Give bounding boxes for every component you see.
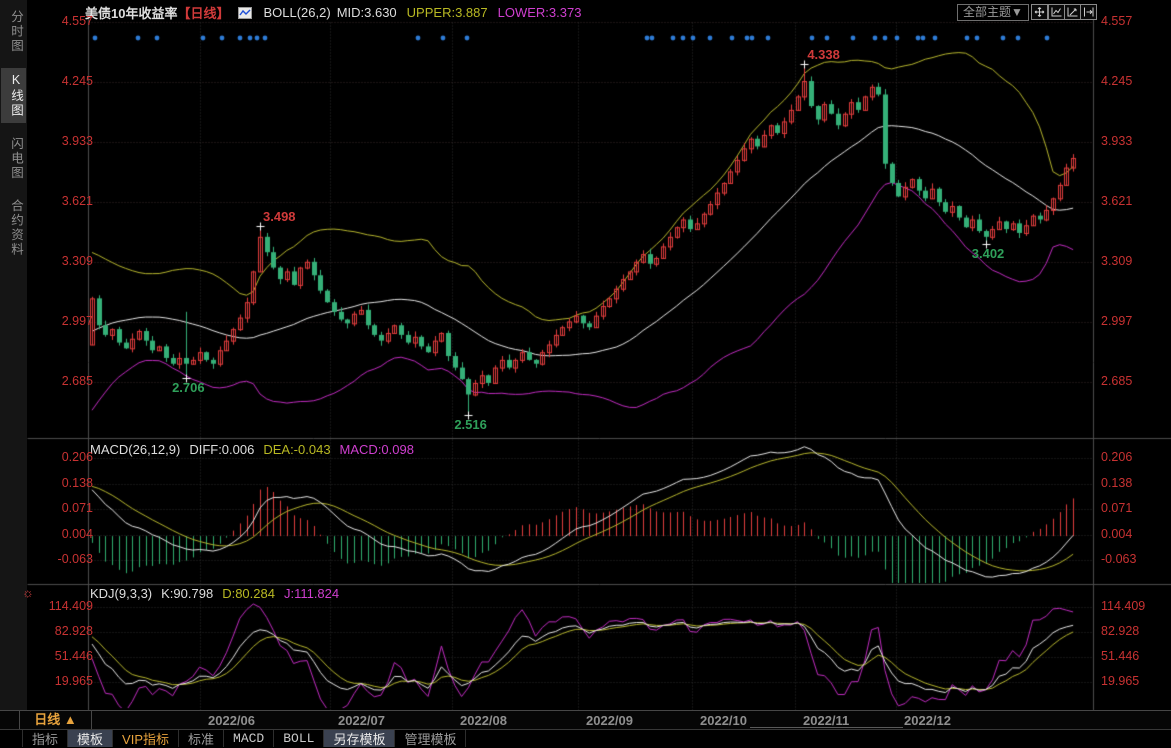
sidebar-tab-1[interactable]: 分时图 xyxy=(1,5,26,59)
main-y-axis-label-right: 2.685 xyxy=(1101,374,1132,388)
main-y-axis-label-right: 3.933 xyxy=(1101,134,1132,148)
macd-macd-value: MACD:0.098 xyxy=(340,442,414,457)
macd-y-axis-label-right: -0.063 xyxy=(1101,552,1136,566)
price-annotation-2.706: 2.706 xyxy=(172,380,205,395)
time-axis-row: 日线 ▲ 2022/06 2022/07 2022/08 2022/09 2022/10… xyxy=(0,710,1171,729)
chart-canvas xyxy=(0,0,1171,747)
y-axis-scale-icon[interactable] xyxy=(1064,4,1081,20)
footer-tab-3[interactable]: VIP指标 xyxy=(113,730,179,747)
macd-y-axis-label-left: -0.063 xyxy=(33,552,93,566)
main-y-axis-label-right: 3.621 xyxy=(1101,194,1132,208)
boll-upper-value: UPPER:3.887 xyxy=(407,5,488,20)
kdj-panel-header: KDJ(9,3,3) K:90.798 D:80.284 J:111.824 xyxy=(90,586,339,601)
instrument-title: 美债10年收益率 xyxy=(85,3,177,22)
x-axis-date-label: 2022/12 xyxy=(904,713,951,728)
kdj-params-label: KDJ(9,3,3) xyxy=(90,586,152,601)
footer-tab-8[interactable]: 管理模板 xyxy=(395,730,466,747)
kdj-y-axis-label-left: 51.446 xyxy=(33,649,93,663)
macd-y-axis-label-left: 0.206 xyxy=(33,450,93,464)
x-axis-date-label: 2022/06 xyxy=(208,713,255,728)
indicator-settings-icon[interactable]: ☼ xyxy=(22,585,34,600)
sidebar-tab-4[interactable]: 合约资料 xyxy=(1,194,26,262)
sidebar-tab-3[interactable]: 闪电图 xyxy=(1,132,26,186)
footer-tab-1[interactable]: 指标 xyxy=(22,730,68,747)
macd-params-label: MACD(26,12,9) xyxy=(90,442,180,457)
period-tag: 【日线】 xyxy=(177,3,229,22)
kdj-y-axis-label-right: 82.928 xyxy=(1101,624,1139,638)
x-axis-date-label: 2022/10 xyxy=(700,713,747,728)
main-y-axis-label-left: 2.685 xyxy=(33,374,93,388)
macd-y-axis-label-left: 0.071 xyxy=(33,501,93,515)
boll-mid-value: MID:3.630 xyxy=(337,5,397,20)
x-axis-scale-icon[interactable] xyxy=(1048,4,1065,20)
period-selector[interactable]: 日线 ▲ xyxy=(19,711,92,729)
kdj-j-value: J:111.824 xyxy=(284,586,339,601)
footer-tab-7[interactable]: 另存模板 xyxy=(324,730,395,747)
macd-y-axis-label-right: 0.004 xyxy=(1101,527,1132,541)
sidebar-tab-2[interactable]: K线图 xyxy=(1,68,26,123)
main-y-axis-label-left: 3.621 xyxy=(33,194,93,208)
theme-dropdown-button[interactable]: 全部主题▼ xyxy=(957,4,1029,21)
macd-diff-value: DIFF:0.006 xyxy=(189,442,254,457)
boll-mini-chart-icon xyxy=(238,7,252,19)
pan-tool-icon[interactable] xyxy=(1031,4,1048,20)
main-y-axis-label-left: 3.933 xyxy=(33,134,93,148)
main-y-axis-label-left: 4.557 xyxy=(33,14,93,28)
kdj-y-axis-label-right: 19.965 xyxy=(1101,674,1139,688)
chart-header: 美债10年收益率 【日线】 BOLL(26,2) MID:3.630 UPPER… xyxy=(85,3,581,22)
x-axis-date-label: 2022/07 xyxy=(338,713,385,728)
macd-y-axis-label-left: 0.138 xyxy=(33,476,93,490)
main-y-axis-label-right: 4.245 xyxy=(1101,74,1132,88)
price-annotation-4.338: 4.338 xyxy=(807,47,840,62)
price-annotation-3.498: 3.498 xyxy=(263,209,296,224)
macd-dea-value: DEA:-0.043 xyxy=(263,442,330,457)
price-annotation-2.516: 2.516 xyxy=(454,417,487,432)
macd-y-axis-label-right: 0.138 xyxy=(1101,476,1132,490)
price-annotation-3.402: 3.402 xyxy=(972,246,1005,261)
kline-app-window: 分时图 K线图闪电图合约资料 美债10年收益率 【日线】 BOLL(26,2) M… xyxy=(0,0,1171,747)
footer-tab-2[interactable]: 模板 xyxy=(68,730,113,747)
macd-y-axis-label-right: 0.206 xyxy=(1101,450,1132,464)
macd-y-axis-label-left: 0.004 xyxy=(33,527,93,541)
footer-tab-5[interactable]: MACD xyxy=(224,730,274,747)
period-arrow-icon: ▲ xyxy=(64,712,77,727)
x-axis-date-label: 2022/09 xyxy=(586,713,633,728)
kdj-y-axis-label-left: 19.965 xyxy=(33,674,93,688)
boll-lower-value: LOWER:3.373 xyxy=(498,5,582,20)
period-label: 日线 xyxy=(34,712,60,727)
kdj-y-axis-label-left: 114.409 xyxy=(33,599,93,613)
x-axis-date-label: 2022/11 xyxy=(803,713,849,728)
kdj-y-axis-label-right: 51.446 xyxy=(1101,649,1139,663)
indicator-tab-bar: 指标模板VIP指标标准MACDBOLL另存模板管理模板 xyxy=(0,729,1171,747)
main-y-axis-label-right: 4.557 xyxy=(1101,14,1132,28)
x-axis-date-label: 2022/08 xyxy=(460,713,507,728)
kdj-y-axis-label-left: 82.928 xyxy=(33,624,93,638)
footer-tab-6[interactable]: BOLL xyxy=(274,730,324,747)
macd-y-axis-label-right: 0.071 xyxy=(1101,501,1132,515)
footer-tab-4[interactable]: 标准 xyxy=(179,730,224,747)
kdj-k-value: K:90.798 xyxy=(161,586,213,601)
main-y-axis-label-left: 2.997 xyxy=(33,314,93,328)
kdj-y-axis-label-right: 114.409 xyxy=(1101,599,1145,613)
main-y-axis-label-left: 3.309 xyxy=(33,254,93,268)
view-sidebar: 分时图 K线图闪电图合约资料 xyxy=(0,0,27,710)
macd-panel-header: MACD(26,12,9) DIFF:0.006 DEA:-0.043 MACD… xyxy=(90,442,414,457)
main-y-axis-label-right: 3.309 xyxy=(1101,254,1132,268)
main-y-axis-label-right: 2.997 xyxy=(1101,314,1132,328)
boll-params-label: BOLL(26,2) xyxy=(263,5,330,20)
kdj-d-value: D:80.284 xyxy=(222,586,275,601)
shift-data-right-icon[interactable] xyxy=(1080,4,1097,20)
main-y-axis-label-left: 4.245 xyxy=(33,74,93,88)
